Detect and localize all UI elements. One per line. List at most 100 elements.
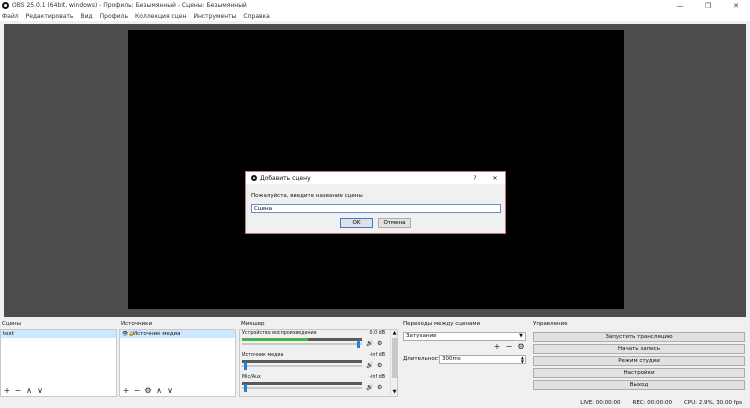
- move-source-down-button[interactable]: ∨: [166, 387, 174, 395]
- dialog-titlebar: Добавить сцену ? ✕: [246, 172, 505, 184]
- window-title: OBS 25.0.1 (64bit, windows) - Профиль: Б…: [12, 2, 247, 9]
- mixer-scrollbar[interactable]: ▲ ▼: [390, 330, 397, 396]
- volume-slider-handle[interactable]: [244, 384, 248, 392]
- channel-name: Источник медиа: [242, 353, 284, 358]
- scenes-title: Сцены: [2, 321, 21, 327]
- scenes-dock: Сцены text + − ∧ ∨: [0, 320, 117, 397]
- dialog-close-button[interactable]: ✕: [485, 175, 505, 182]
- duration-input[interactable]: 300ms ▲ ▼: [439, 355, 526, 364]
- maximize-button[interactable]: ❐: [694, 2, 722, 10]
- channel-db: -inf dB: [369, 375, 385, 380]
- live-status: LIVE: 00:00:00: [580, 400, 621, 406]
- mixer-body: Устройство воспроизведения 0.0 dB 🔊 ⚙ Ис…: [239, 329, 398, 397]
- obs-logo-icon: [251, 175, 257, 181]
- transition-selected: Затухание: [406, 333, 437, 339]
- sources-toolbar: + − ⚙ ∧ ∨: [122, 387, 174, 395]
- move-source-up-button[interactable]: ∧: [155, 387, 163, 395]
- transitions-toolbar: + − ⚙: [493, 343, 525, 351]
- status-bar: LIVE: 00:00:00 REC: 00:00:00 CPU: 2.9%, …: [0, 398, 750, 408]
- scroll-down-icon[interactable]: ▼: [391, 389, 397, 396]
- scroll-thumb[interactable]: [392, 338, 397, 378]
- add-transition-button[interactable]: +: [493, 343, 501, 351]
- controls-dock: Управление Запустить трансляцию Начать з…: [531, 320, 750, 397]
- duration-label: Длительность: [403, 356, 445, 362]
- scene-name-input[interactable]: [251, 204, 501, 213]
- volume-slider-handle[interactable]: [244, 362, 248, 370]
- source-settings-gear-icon[interactable]: ⚙: [144, 387, 152, 395]
- source-item[interactable]: 👁🔒Источник медиа: [120, 330, 235, 338]
- exit-button[interactable]: Выход: [533, 380, 745, 390]
- remove-scene-button[interactable]: −: [14, 387, 22, 395]
- add-source-button[interactable]: +: [122, 387, 130, 395]
- scenes-toolbar: + − ∧ ∨: [3, 387, 44, 395]
- cancel-button[interactable]: Отмена: [378, 218, 411, 228]
- dialog-title: Добавить сцену: [260, 174, 311, 182]
- ok-button[interactable]: OK: [340, 218, 373, 228]
- rec-status: REC: 00:00:00: [632, 400, 672, 406]
- mixer-channel: Mic/Aux -inf dB 🔊 ⚙: [240, 374, 397, 396]
- menu-edit[interactable]: Редактировать: [26, 13, 74, 20]
- chevron-down-icon: ▼: [519, 333, 523, 339]
- duration-value: 300ms: [442, 356, 461, 362]
- speaker-icon[interactable]: 🔊: [366, 362, 373, 369]
- transitions-body: Затухание ▼ + − ⚙ Длительность 300ms ▲ ▼: [401, 329, 528, 397]
- sources-list: 👁🔒Источник медиа + − ⚙ ∧ ∨: [119, 329, 236, 397]
- settings-button[interactable]: Настройки: [533, 368, 745, 378]
- menu-help[interactable]: Справка: [243, 13, 269, 20]
- volume-meter: [242, 360, 362, 363]
- scroll-up-icon[interactable]: ▲: [391, 330, 397, 337]
- mixer-title: Микшер: [241, 321, 265, 327]
- volume-slider-handle[interactable]: [356, 340, 360, 348]
- menu-scene-collection[interactable]: Коллекция сцен: [135, 13, 186, 20]
- channel-gear-icon[interactable]: ⚙: [377, 340, 382, 347]
- studio-mode-button[interactable]: Режим студии: [533, 356, 745, 366]
- minimize-button[interactable]: —: [666, 2, 694, 10]
- transition-gear-icon[interactable]: ⚙: [517, 343, 525, 351]
- cpu-status: CPU: 2.9%, 30.00 fps: [683, 400, 742, 406]
- start-recording-button[interactable]: Начать запись: [533, 344, 745, 354]
- controls-body: Запустить трансляцию Начать запись Режим…: [531, 329, 750, 397]
- volume-slider[interactable]: [242, 362, 362, 370]
- move-scene-up-button[interactable]: ∧: [25, 387, 33, 395]
- obs-logo-icon: [2, 2, 9, 9]
- menu-bar: Файл Редактировать Вид Профиль Коллекция…: [0, 11, 750, 21]
- menu-tools[interactable]: Инструменты: [193, 13, 236, 20]
- menu-view[interactable]: Вид: [80, 13, 92, 20]
- speaker-icon[interactable]: 🔊: [366, 384, 373, 391]
- remove-transition-button[interactable]: −: [505, 343, 513, 351]
- source-item-label: Источник медиа: [133, 331, 181, 337]
- dialog-buttons: OK Отмена: [340, 218, 411, 228]
- dialog-help-button[interactable]: ?: [465, 175, 485, 182]
- transition-select[interactable]: Затухание ▼: [403, 332, 526, 341]
- volume-slider[interactable]: [242, 384, 362, 392]
- window-titlebar: OBS 25.0.1 (64bit, windows) - Профиль: Б…: [0, 0, 750, 11]
- channel-gear-icon[interactable]: ⚙: [377, 362, 382, 369]
- start-streaming-button[interactable]: Запустить трансляцию: [533, 332, 745, 342]
- speaker-icon[interactable]: 🔊: [366, 340, 373, 347]
- channel-gear-icon[interactable]: ⚙: [377, 384, 382, 391]
- scenes-list: text + − ∧ ∨: [0, 329, 117, 397]
- volume-slider[interactable]: [242, 340, 362, 348]
- dialog-prompt: Пожалуйста, введите название сцены: [251, 193, 363, 199]
- volume-meter: [242, 382, 362, 385]
- preview-canvas[interactable]: [128, 30, 624, 309]
- sources-title: Источники: [121, 321, 153, 327]
- channel-db: -inf dB: [369, 353, 385, 358]
- transitions-dock: Переходы между сценами Затухание ▼ + − ⚙…: [401, 320, 528, 397]
- move-scene-down-button[interactable]: ∨: [36, 387, 44, 395]
- mixer-channel: Устройство воспроизведения 0.0 dB 🔊 ⚙: [240, 330, 397, 352]
- scene-item[interactable]: text: [1, 330, 116, 338]
- controls-title: Управление: [533, 321, 568, 327]
- spin-arrows-icon[interactable]: ▲ ▼: [521, 356, 524, 364]
- sources-dock: Источники 👁🔒Источник медиа + − ⚙ ∧ ∨: [119, 320, 236, 397]
- mixer-channel: Источник медиа -inf dB 🔊 ⚙: [240, 352, 397, 374]
- close-window-button[interactable]: ✕: [722, 2, 750, 10]
- menu-file[interactable]: Файл: [2, 13, 19, 20]
- channel-db: 0.0 dB: [369, 331, 386, 336]
- remove-source-button[interactable]: −: [133, 387, 141, 395]
- volume-meter: [242, 338, 362, 341]
- menu-profile[interactable]: Профиль: [100, 13, 128, 20]
- channel-name: Устройство воспроизведения: [242, 331, 317, 336]
- add-scene-button[interactable]: +: [3, 387, 11, 395]
- channel-name: Mic/Aux: [242, 375, 261, 380]
